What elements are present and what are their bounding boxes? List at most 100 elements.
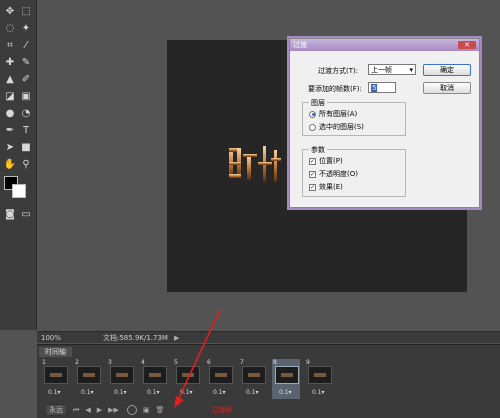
shape-tool-icon[interactable]: ■ (19, 140, 33, 154)
param-opacity-option[interactable]: ✓ 不透明度(O) (309, 169, 358, 179)
frames-to-add-value: 5 (371, 83, 378, 92)
frame-delay[interactable]: 0.1▾ (81, 389, 94, 396)
chevron-down-icon: ▾ (409, 65, 413, 74)
status-menu-arrow-icon[interactable]: ▶ (174, 334, 179, 342)
timeline-frame[interactable]: 3 0.1▾ (107, 359, 135, 399)
radio-icon[interactable] (309, 123, 316, 131)
timeline-frame[interactable]: 7 0.1▾ (239, 359, 267, 399)
frame-thumbnail (143, 366, 167, 384)
frame-thumbnail (110, 366, 134, 384)
close-icon[interactable]: ✕ (458, 41, 476, 49)
timeline-controls: 永远 ⏮ ◀ ▶ ▶▶ ▣ 🗑 (37, 403, 500, 417)
frame-delay[interactable]: 0.1▾ (279, 389, 292, 396)
gradient-tool-icon[interactable]: ▣ (19, 89, 33, 103)
background-color-swatch[interactable] (12, 184, 26, 198)
loop-options-select[interactable]: 永远 (45, 404, 67, 416)
frame-delay[interactable]: 0.1▾ (48, 389, 61, 396)
frame-number: 7 (240, 359, 244, 366)
frame-delay[interactable]: 0.1▾ (147, 389, 160, 396)
tween-with-label: 过渡方式(T): (318, 67, 359, 75)
timeline-frame[interactable]: 1 0.1▾ (41, 359, 69, 399)
checkbox-checked-icon[interactable]: ✓ (309, 170, 316, 178)
checkbox-checked-icon[interactable]: ✓ (309, 157, 316, 165)
layers-selected-option[interactable]: 选中的图层(S) (309, 122, 364, 132)
path-select-icon[interactable]: ➤ (3, 140, 17, 154)
dialog-title: 过渡 (293, 41, 307, 49)
canvas-artwork (229, 146, 281, 182)
frame-thumbnail (209, 366, 233, 384)
previous-frame-icon[interactable]: ◀ (85, 406, 90, 414)
tween-annotation-label: 过渡帧 (211, 406, 232, 414)
zoom-level[interactable]: 100% (37, 334, 63, 342)
tween-with-value: 上一帧 (371, 65, 392, 74)
frame-thumbnail (242, 366, 266, 384)
timeline-tab[interactable]: 时间轴 (39, 347, 72, 357)
layers-all-option[interactable]: 所有图层(A) (309, 109, 357, 119)
layers-selected-label: 选中的图层(S) (319, 123, 364, 131)
param-effects-option[interactable]: ✓ 效果(E) (309, 182, 343, 192)
timeline-frame[interactable]: 2 0.1▾ (74, 359, 102, 399)
frame-number: 2 (75, 359, 79, 366)
next-frame-icon[interactable]: ▶▶ (108, 406, 119, 414)
healing-brush-icon[interactable]: ✚ (3, 55, 17, 69)
zoom-tool-icon[interactable]: ⚲ (19, 157, 33, 171)
hand-tool-icon[interactable]: ✋ (3, 157, 17, 171)
dodge-tool-icon[interactable]: ◔ (19, 106, 33, 120)
marquee-tool-icon[interactable]: ⬚ (19, 4, 33, 18)
eraser-tool-icon[interactable]: ◪ (3, 89, 17, 103)
checkbox-checked-icon[interactable]: ✓ (309, 183, 316, 191)
param-opacity-label: 不透明度(O) (319, 170, 358, 178)
frame-thumbnail (275, 366, 299, 384)
timeline-frame[interactable]: 9 0.1▾ (305, 359, 333, 399)
type-tool-icon[interactable]: T (19, 123, 33, 137)
history-brush-icon[interactable]: ✐ (19, 72, 33, 86)
quick-mask-icon[interactable]: ◙ (3, 207, 17, 221)
crop-tool-icon[interactable]: ⌗ (3, 38, 17, 52)
dialog-titlebar[interactable]: 过渡 ✕ (290, 39, 479, 51)
timeline-frame[interactable]: 5 0.1▾ (173, 359, 201, 399)
magic-wand-icon[interactable]: ✦ (19, 21, 33, 35)
frame-delay[interactable]: 0.1▾ (246, 389, 259, 396)
frame-delay[interactable]: 0.1▾ (213, 389, 226, 396)
pen-tool-icon[interactable]: ✒ (3, 123, 17, 137)
param-position-option[interactable]: ✓ 位置(P) (309, 156, 343, 166)
blur-tool-icon[interactable]: ● (3, 106, 17, 120)
frames-to-add-label: 要添加的帧数(F): (308, 85, 362, 93)
frames-to-add-input[interactable]: 5 (368, 82, 396, 93)
timeline-panel: 时间轴 1 0.1▾ 2 0.1▾ 3 0.1▾ 4 0.1▾ 5 0.1▾ 6… (37, 344, 500, 418)
stamp-tool-icon[interactable]: ▲ (3, 72, 17, 86)
timeline-frame[interactable]: 4 0.1▾ (140, 359, 168, 399)
document-size: 文档:585.9K/1.73M (103, 333, 168, 342)
status-bar: 100% 文档:585.9K/1.73M ▶ (37, 331, 500, 343)
timeline-frame[interactable]: 6 0.1▾ (206, 359, 234, 399)
frame-delay[interactable]: 0.1▾ (180, 389, 193, 396)
frame-thumbnail (176, 366, 200, 384)
screen-mode-icon[interactable]: ▭ (19, 207, 33, 221)
tools-panel: ✥ ⬚ ◌ ✦ ⌗ ⁄ ✚ ✎ ▲ ✐ ◪ ▣ ● ◔ ✒ T ➤ ■ ✋ ⚲ … (0, 0, 37, 330)
timeline-frame-selected[interactable]: 8 0.1▾ (272, 359, 300, 399)
tween-with-select[interactable]: 上一帧 ▾ (368, 64, 416, 75)
play-icon[interactable]: ▶ (97, 406, 102, 414)
move-tool-icon[interactable]: ✥ (3, 4, 17, 18)
eyedropper-icon[interactable]: ⁄ (19, 38, 33, 52)
brush-tool-icon[interactable]: ✎ (19, 55, 33, 69)
duplicate-frame-icon[interactable]: ▣ (143, 406, 150, 414)
first-frame-icon[interactable]: ⏮ (73, 406, 79, 415)
radio-selected-icon[interactable] (309, 110, 316, 118)
frame-thumbnail (308, 366, 332, 384)
frame-number: 4 (141, 359, 145, 366)
delete-frame-icon[interactable]: 🗑 (156, 406, 165, 414)
layers-group: 图层 所有图层(A) 选中的图层(S) (302, 98, 406, 136)
ok-button[interactable]: 确定 (423, 64, 471, 76)
frame-number: 8 (273, 359, 277, 366)
param-position-label: 位置(P) (319, 157, 343, 165)
layers-all-label: 所有图层(A) (319, 110, 358, 118)
tween-button-icon[interactable] (126, 405, 137, 415)
cancel-button[interactable]: 取消 (423, 82, 471, 94)
frame-delay[interactable]: 0.1▾ (312, 389, 325, 396)
lasso-tool-icon[interactable]: ◌ (3, 21, 17, 35)
frame-number: 6 (207, 359, 211, 366)
param-effects-label: 效果(E) (319, 183, 343, 191)
layers-group-title: 图层 (309, 98, 327, 108)
frame-delay[interactable]: 0.1▾ (114, 389, 127, 396)
